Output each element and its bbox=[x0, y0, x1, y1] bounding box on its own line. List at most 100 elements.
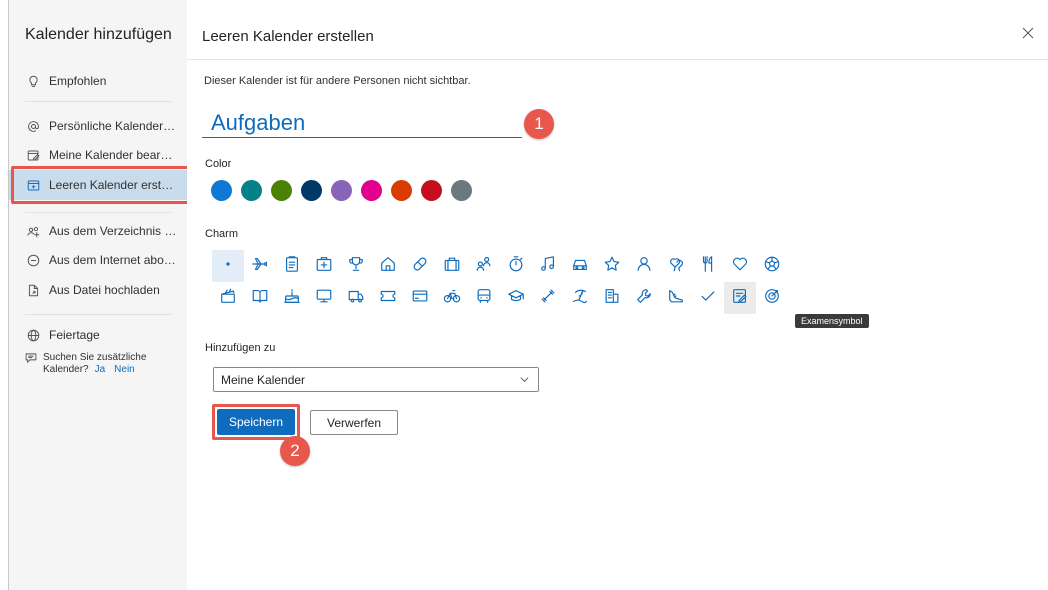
graduation-cap-icon bbox=[507, 287, 525, 310]
save-highlight-frame: Speichern bbox=[212, 404, 300, 440]
color-label: Color bbox=[205, 158, 232, 170]
at-sign-icon bbox=[25, 120, 41, 133]
charm-option[interactable] bbox=[500, 250, 532, 282]
color-swatch[interactable] bbox=[241, 180, 262, 201]
suggest-yes-link[interactable]: Ja bbox=[95, 364, 106, 375]
header-divider bbox=[187, 59, 1048, 60]
color-swatch[interactable] bbox=[331, 180, 352, 201]
charm-option[interactable] bbox=[468, 282, 500, 314]
charm-option[interactable] bbox=[340, 250, 372, 282]
charm-option[interactable] bbox=[756, 250, 788, 282]
charm-option[interactable] bbox=[628, 250, 660, 282]
sidebar-item-create-blank-calendar[interactable]: Leeren Kalender erstell... bbox=[9, 170, 187, 200]
color-swatch[interactable] bbox=[421, 180, 442, 201]
color-swatch[interactable] bbox=[211, 180, 232, 201]
dot-icon bbox=[219, 255, 237, 278]
charm-option[interactable] bbox=[244, 250, 276, 282]
charm-option[interactable] bbox=[276, 250, 308, 282]
people-search-icon bbox=[25, 225, 41, 238]
step-badge-1: 1 bbox=[524, 109, 554, 139]
sidebar-item-personal-calendars[interactable]: Persönliche Kalender hi... bbox=[9, 111, 187, 141]
color-swatch[interactable] bbox=[301, 180, 322, 201]
color-picker bbox=[211, 180, 472, 201]
close-button[interactable] bbox=[1017, 24, 1039, 46]
charm-option[interactable] bbox=[564, 282, 596, 314]
beach-icon bbox=[571, 287, 589, 310]
bus-icon bbox=[475, 287, 493, 310]
sidebar-item-directory[interactable]: Aus dem Verzeichnis hi... bbox=[9, 216, 187, 246]
heart-balloon-icon bbox=[667, 255, 685, 278]
charm-tooltip: Examensymbol bbox=[795, 314, 869, 328]
charm-option[interactable] bbox=[692, 282, 724, 314]
charm-option[interactable] bbox=[308, 282, 340, 314]
charm-option[interactable] bbox=[532, 282, 564, 314]
add-to-select[interactable]: Meine Kalender bbox=[213, 367, 539, 392]
dumbbell-icon bbox=[539, 287, 557, 310]
charm-option[interactable] bbox=[340, 282, 372, 314]
charm-option[interactable] bbox=[532, 250, 564, 282]
sidebar-item-label: Persönliche Kalender hi... bbox=[49, 119, 177, 133]
charm-option[interactable] bbox=[724, 282, 756, 314]
color-swatch[interactable] bbox=[271, 180, 292, 201]
charm-option[interactable] bbox=[212, 250, 244, 282]
charm-option[interactable] bbox=[692, 250, 724, 282]
color-swatch[interactable] bbox=[451, 180, 472, 201]
charm-option[interactable] bbox=[596, 282, 628, 314]
charm-option[interactable] bbox=[372, 250, 404, 282]
credit-card-icon bbox=[411, 287, 429, 310]
people-icon bbox=[475, 255, 493, 278]
charm-option[interactable] bbox=[564, 250, 596, 282]
charm-option[interactable] bbox=[404, 282, 436, 314]
charm-row bbox=[212, 250, 788, 282]
sidebar-item-upload-file[interactable]: Aus Datei hochladen bbox=[9, 275, 187, 305]
charm-option[interactable] bbox=[372, 282, 404, 314]
sidebar-item-holidays[interactable]: Feiertage bbox=[9, 320, 187, 350]
calendar-name-input[interactable] bbox=[202, 108, 522, 138]
clapperboard-icon bbox=[219, 287, 237, 310]
charm-option[interactable] bbox=[660, 250, 692, 282]
pill-icon bbox=[411, 255, 429, 278]
wrench-icon bbox=[635, 287, 653, 310]
divider bbox=[25, 314, 171, 315]
running-shoe-icon bbox=[667, 287, 685, 310]
heart-icon bbox=[731, 255, 749, 278]
clipboard-icon bbox=[283, 255, 301, 278]
charm-option[interactable] bbox=[212, 282, 244, 314]
save-button[interactable]: Speichern bbox=[217, 409, 295, 435]
suggest-calendars: Suchen Sie zusätzliche Kalender? Ja Nein bbox=[25, 352, 146, 376]
charm-option[interactable] bbox=[756, 282, 788, 314]
ticket-icon bbox=[379, 287, 397, 310]
sidebar-item-recommended[interactable]: Empfohlen bbox=[9, 66, 187, 96]
charm-option[interactable] bbox=[276, 282, 308, 314]
main-panel: Leeren Kalender erstellen Dieser Kalende… bbox=[187, 0, 1048, 590]
charm-label: Charm bbox=[205, 228, 239, 240]
charm-option[interactable] bbox=[468, 250, 500, 282]
charm-option[interactable] bbox=[500, 282, 532, 314]
briefcase-icon bbox=[443, 255, 461, 278]
color-swatch[interactable] bbox=[391, 180, 412, 201]
color-swatch[interactable] bbox=[361, 180, 382, 201]
divider bbox=[25, 212, 171, 213]
add-to-label: Hinzufügen zu bbox=[205, 342, 276, 354]
star-icon bbox=[603, 255, 621, 278]
charm-option[interactable] bbox=[596, 250, 628, 282]
monitor-icon bbox=[315, 287, 333, 310]
charm-option[interactable] bbox=[244, 282, 276, 314]
charm-option[interactable] bbox=[628, 282, 660, 314]
sidebar-item-edit-calendars[interactable]: Meine Kalender bearbei... bbox=[9, 140, 187, 170]
discard-button[interactable]: Verwerfen bbox=[310, 410, 398, 435]
charm-option[interactable] bbox=[660, 282, 692, 314]
charm-option[interactable] bbox=[308, 250, 340, 282]
sidebar-item-label: Meine Kalender bearbei... bbox=[49, 148, 177, 162]
target-icon bbox=[763, 287, 781, 310]
home-icon bbox=[379, 255, 397, 278]
sidebar-item-label: Empfohlen bbox=[49, 74, 107, 88]
charm-option[interactable] bbox=[724, 250, 756, 282]
charm-option[interactable] bbox=[404, 250, 436, 282]
file-upload-icon bbox=[25, 284, 41, 297]
charm-option[interactable] bbox=[436, 250, 468, 282]
person-icon bbox=[635, 255, 653, 278]
sidebar-item-subscribe-web[interactable]: Aus dem Internet abon... bbox=[9, 245, 187, 275]
suggest-no-link[interactable]: Nein bbox=[114, 364, 135, 375]
charm-option[interactable] bbox=[436, 282, 468, 314]
